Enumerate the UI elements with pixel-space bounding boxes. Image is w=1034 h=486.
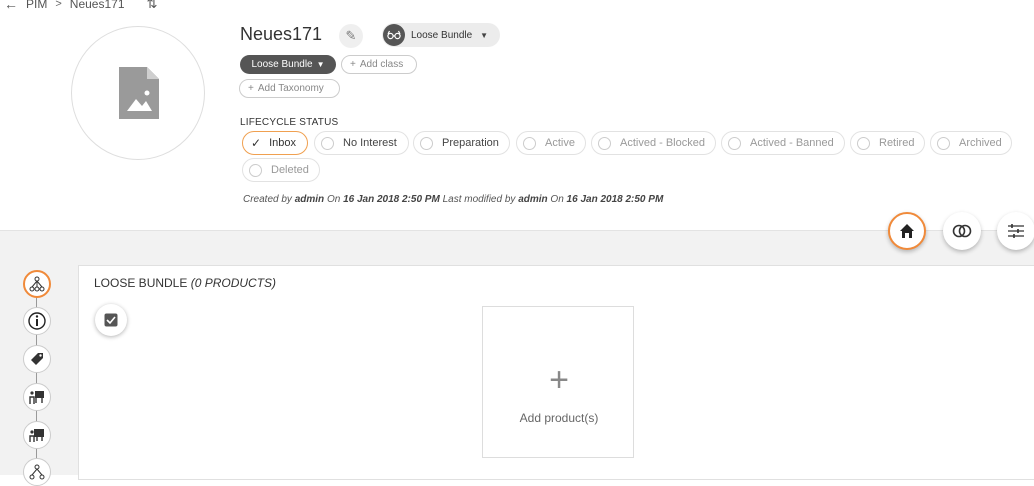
on-label: On (326, 194, 341, 205)
hierarchy-icon (29, 276, 45, 292)
add-product-card[interactable]: + Add product(s) (482, 306, 634, 458)
add-class-label: Add class (359, 59, 404, 70)
status-actived-banned[interactable]: Actived - Banned (721, 131, 845, 155)
status-no-interest[interactable]: No Interest (314, 131, 409, 155)
refresh-icon[interactable]: ⇅ (147, 0, 158, 12)
radio-icon (728, 136, 741, 150)
glasses-icon (383, 24, 405, 46)
status-label: Deleted (271, 164, 309, 176)
status-label: Archived (959, 137, 1002, 149)
class-tag[interactable]: Loose Bundle ▼ (240, 55, 336, 74)
modified-by-label: Last modified by (442, 194, 516, 205)
home-button[interactable] (888, 212, 926, 250)
image-file-icon (119, 67, 159, 119)
nav-info[interactable] (23, 307, 51, 335)
radio-icon (857, 136, 870, 150)
radio-icon (937, 136, 950, 150)
add-product-label: Add product(s) (519, 411, 599, 425)
radio-icon (321, 136, 334, 150)
status-retired[interactable]: Retired (850, 131, 925, 155)
on-label: On (550, 194, 564, 205)
home-icon (900, 224, 914, 238)
rings-icon (952, 224, 972, 238)
hierarchy-alt-icon (29, 464, 45, 480)
status-inbox[interactable]: ✓ Inbox (242, 131, 308, 155)
settings-list-button[interactable] (997, 212, 1034, 250)
created-on-date: 16 Jan 2018 2:50 PM (343, 194, 440, 205)
check-icon: ✓ (251, 136, 262, 150)
list-settings-icon (1008, 224, 1024, 238)
page-title: Neues171 (240, 24, 323, 44)
class-tag-label: Loose Bundle (251, 59, 313, 70)
created-by-user: admin (294, 194, 325, 205)
edit-title-button[interactable]: ✎ (339, 24, 363, 48)
plus-icon: + (350, 59, 356, 70)
status-deleted[interactable]: Deleted (242, 158, 320, 182)
add-taxonomy-label: Add Taxonomy (257, 83, 324, 94)
breadcrumb: ← PIM > Neues171 ⇅ (4, 0, 157, 12)
status-label: Actived - Banned (750, 137, 834, 149)
breadcrumb-current: Neues171 (69, 0, 125, 11)
status-label: Retired (879, 137, 915, 149)
breadcrumb-root[interactable]: PIM (26, 0, 47, 11)
status-label: Inbox (269, 137, 296, 149)
caret-down-icon: ▼ (316, 60, 325, 69)
add-class-button[interactable]: + Add class (341, 55, 417, 74)
product-image-placeholder[interactable] (71, 26, 205, 160)
radio-icon (598, 136, 611, 150)
lifecycle-label: LIFECYCLE STATUS (240, 117, 339, 128)
relations-button[interactable] (943, 212, 981, 250)
plus-icon: + (248, 83, 254, 94)
radio-icon (420, 136, 433, 150)
status-actived-blocked[interactable]: Actived - Blocked (591, 131, 716, 155)
breadcrumb-separator: > (55, 0, 62, 10)
status-preparation[interactable]: Preparation (413, 131, 510, 155)
status-label: Actived - Blocked (620, 137, 705, 149)
tag-icon (31, 353, 43, 365)
modified-by-user: admin (518, 194, 548, 205)
class-selector-label: Loose Bundle (411, 29, 473, 41)
nav-hierarchy[interactable] (23, 270, 51, 298)
presentation-icon (29, 391, 44, 404)
class-selector[interactable]: Loose Bundle ▼ (382, 23, 500, 47)
product-header: ← PIM > Neues171 ⇅ Neues171 ✎ Loose Bund… (0, 0, 1034, 230)
bundle-panel-title: LOOSE BUNDLE (0 PRODUCTS) (94, 276, 276, 290)
status-label: Preparation (442, 137, 499, 149)
info-icon (28, 312, 46, 330)
status-archived[interactable]: Archived (930, 131, 1012, 155)
add-taxonomy-button[interactable]: + Add Taxonomy (239, 79, 340, 98)
radio-icon (249, 163, 262, 177)
checkbox-icon (104, 313, 118, 327)
plus-icon: + (549, 361, 569, 399)
nav-tag[interactable] (23, 345, 51, 373)
status-label: Active (545, 137, 575, 149)
pencil-icon: ✎ (345, 28, 357, 43)
presentation-alt-icon (29, 429, 44, 442)
modified-on-date: 16 Jan 2018 2:50 PM (566, 194, 664, 205)
nav-hierarchy-alt[interactable] (23, 458, 51, 486)
arrow-left-icon[interactable]: ← (4, 0, 18, 12)
bundle-count: (0 PRODUCTS) (190, 276, 277, 290)
audit-info: Created by admin On 16 Jan 2018 2:50 PM … (243, 194, 663, 205)
bundle-title: LOOSE BUNDLE (94, 276, 188, 290)
caret-down-icon: ▼ (480, 30, 489, 40)
created-by-label: Created by (243, 194, 292, 205)
nav-presentation[interactable] (23, 383, 51, 411)
radio-icon (523, 136, 536, 150)
nav-presentation-alt[interactable] (23, 421, 51, 449)
status-label: No Interest (343, 137, 397, 149)
select-all-button[interactable] (95, 304, 127, 336)
status-active[interactable]: Active (516, 131, 586, 155)
